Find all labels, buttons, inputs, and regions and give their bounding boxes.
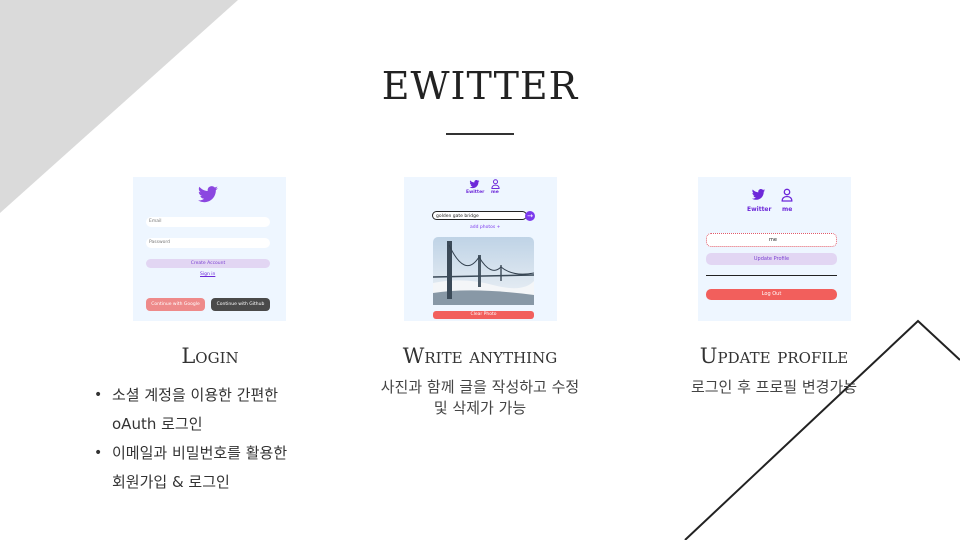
bullet-icon: •: [94, 387, 103, 403]
divider: [706, 275, 837, 276]
bullet-icon: •: [94, 445, 103, 461]
profile-user-icon[interactable]: [491, 179, 500, 189]
list-item: • 이메일과 비밀번호를 활용한 회원가입 & 로그인: [92, 439, 342, 497]
golden-gate-bridge-photo: [433, 237, 534, 305]
add-photos-link[interactable]: add photos +: [470, 225, 500, 230]
list-item: • 소셜 계정을 이용한 간편한 oAuth 로그인: [92, 381, 342, 439]
create-account-button[interactable]: Create Account: [146, 259, 270, 268]
home-twitter-icon[interactable]: [751, 189, 766, 201]
title-underline: [446, 133, 514, 135]
email-field[interactable]: Email: [146, 217, 270, 227]
profile-screenshot: Ewitter me me Update Profile Log Out: [698, 177, 851, 321]
nav-ewitter-label: Ewitter: [747, 206, 772, 213]
nav-ewitter-label: Ewitter: [466, 190, 485, 195]
nav-me-label: me: [491, 190, 499, 195]
continue-with-google-button[interactable]: Continue with Google: [146, 298, 205, 311]
update-profile-description: 로그인 후 프로필 변경가능: [690, 378, 858, 396]
write-anything-heading: Write anything: [402, 344, 558, 368]
nav-me-label: me: [782, 206, 793, 213]
twitter-bird-icon: [198, 186, 218, 203]
update-profile-heading: Update profile: [699, 344, 849, 368]
home-twitter-icon[interactable]: [469, 180, 480, 189]
update-profile-button[interactable]: Update Profile: [706, 253, 837, 265]
profile-user-icon[interactable]: [781, 188, 793, 202]
continue-with-github-button[interactable]: Continue with Github: [211, 298, 270, 311]
write-description: 사진과 함께 글을 작성하고 수정 및 삭제가 가능: [380, 378, 580, 417]
login-heading: Login: [181, 344, 239, 368]
sign-in-link[interactable]: Sign in: [200, 272, 215, 277]
login-screenshot: Email Password Create Account Sign in Co…: [133, 177, 286, 321]
clear-photo-button[interactable]: Clear Photo: [433, 311, 534, 319]
tweet-input[interactable]: golden gate bridge: [432, 211, 527, 220]
submit-arrow-icon[interactable]: →: [525, 211, 535, 221]
log-out-button[interactable]: Log Out: [706, 289, 837, 300]
slide-title: EWITTER: [381, 64, 579, 108]
login-feature-list: • 소셜 계정을 이용한 간편한 oAuth 로그인 • 이메일과 비밀번호를 …: [92, 381, 342, 497]
write-screenshot: Ewitter me golden gate bridge → add phot…: [404, 177, 557, 321]
password-field[interactable]: Password: [146, 238, 270, 248]
display-name-field[interactable]: me: [706, 233, 837, 247]
